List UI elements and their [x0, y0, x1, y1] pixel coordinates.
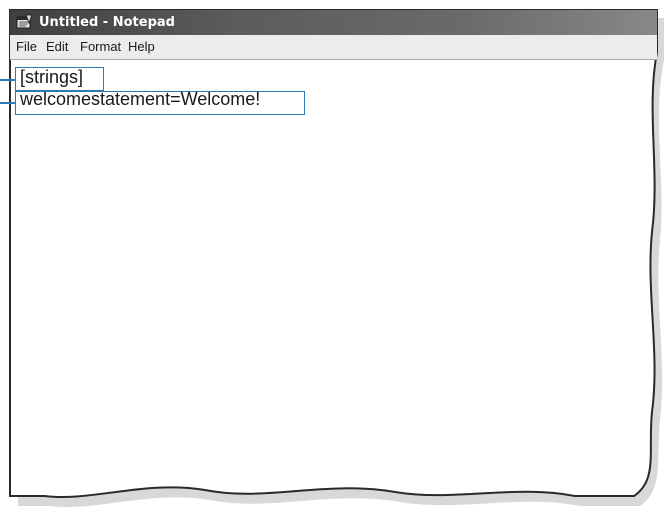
text-editor-area[interactable]: [strings] welcomestatement=Welcome!: [10, 62, 657, 502]
notepad-window: Untitled - Notepad File Edit Format Help…: [10, 10, 657, 502]
callout-box-strings: [15, 67, 104, 91]
title-bar[interactable]: Untitled - Notepad: [10, 10, 657, 35]
menu-format[interactable]: Format: [80, 39, 121, 55]
menu-bar: File Edit Format Help: [10, 35, 657, 60]
callout-box-welcome: [15, 91, 305, 115]
screenshot-stage: Untitled - Notepad File Edit Format Help…: [0, 0, 667, 512]
notepad-icon: [16, 14, 33, 29]
window-title: Untitled - Notepad: [39, 15, 175, 30]
menu-edit[interactable]: Edit: [46, 39, 68, 55]
menu-file[interactable]: File: [16, 39, 37, 55]
callout-leader-1: [0, 79, 15, 81]
menu-help[interactable]: Help: [128, 39, 155, 55]
callout-leader-2: [0, 102, 15, 104]
